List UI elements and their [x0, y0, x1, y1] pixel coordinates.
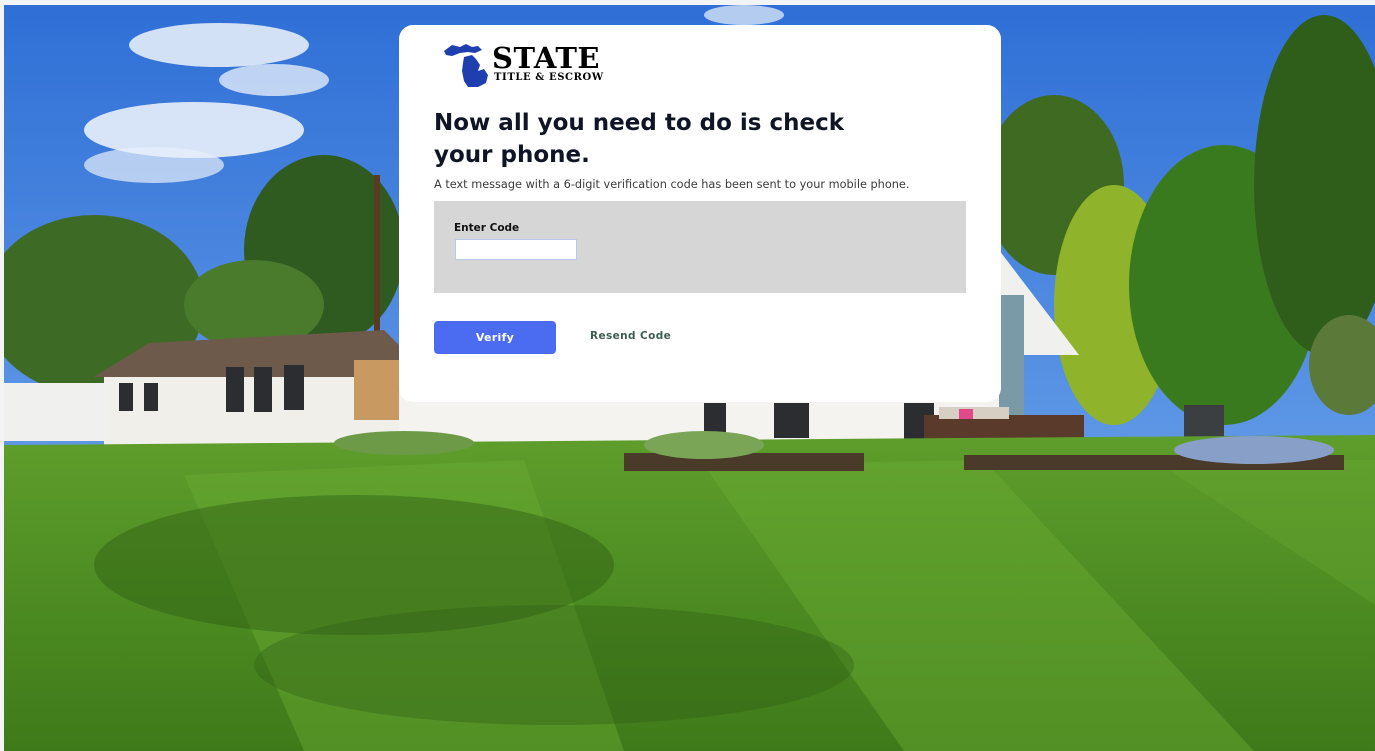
company-logo: STATE TITLE & ESCROW	[442, 41, 617, 89]
code-input[interactable]	[455, 239, 577, 260]
page-viewport: STATE TITLE & ESCROW Now all you need to…	[4, 5, 1375, 751]
michigan-map-icon	[444, 44, 488, 87]
logo-wordmark: STATE	[492, 41, 601, 75]
instructions-text: A text message with a 6-digit verificati…	[434, 178, 910, 191]
code-entry-panel: Enter Code	[434, 201, 966, 293]
verification-card: STATE TITLE & ESCROW Now all you need to…	[399, 25, 1001, 402]
verify-button[interactable]: Verify	[434, 321, 556, 354]
logo-tagline: TITLE & ESCROW	[494, 72, 604, 83]
resend-code-link[interactable]: Resend Code	[590, 330, 671, 342]
code-label: Enter Code	[454, 222, 520, 234]
page-title: Now all you need to do is check your pho…	[434, 110, 845, 168]
